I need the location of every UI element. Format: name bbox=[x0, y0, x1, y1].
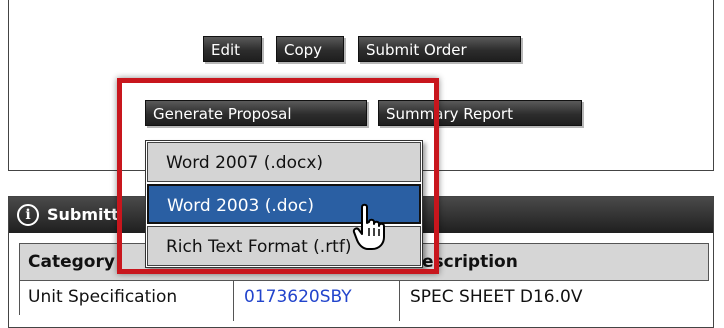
cell-category: Unit Specification bbox=[28, 287, 178, 307]
info-icon: i bbox=[17, 204, 39, 226]
copy-button[interactable]: Copy bbox=[276, 36, 344, 62]
submit-order-button[interactable]: Submit Order bbox=[358, 36, 521, 62]
column-divider bbox=[399, 281, 400, 321]
table-row: Unit Specification 0173620SBY SPEC SHEET… bbox=[19, 281, 710, 315]
column-header-description[interactable]: escription bbox=[422, 244, 518, 280]
menu-item-word-2007[interactable]: Word 2007 (.docx) bbox=[147, 142, 421, 182]
panel-title: Submitt bbox=[47, 205, 119, 224]
generate-proposal-button[interactable]: Generate Proposal bbox=[145, 100, 367, 126]
column-header-category[interactable]: Category bbox=[28, 244, 115, 280]
column-divider bbox=[233, 281, 234, 321]
cell-description: SPEC SHEET D16.0V bbox=[410, 287, 583, 307]
hand-pointer-icon bbox=[352, 203, 385, 250]
edit-button[interactable]: Edit bbox=[203, 36, 262, 62]
summary-report-button[interactable]: Summary Report bbox=[378, 100, 582, 126]
document-link[interactable]: 0173620SBY bbox=[244, 281, 352, 313]
